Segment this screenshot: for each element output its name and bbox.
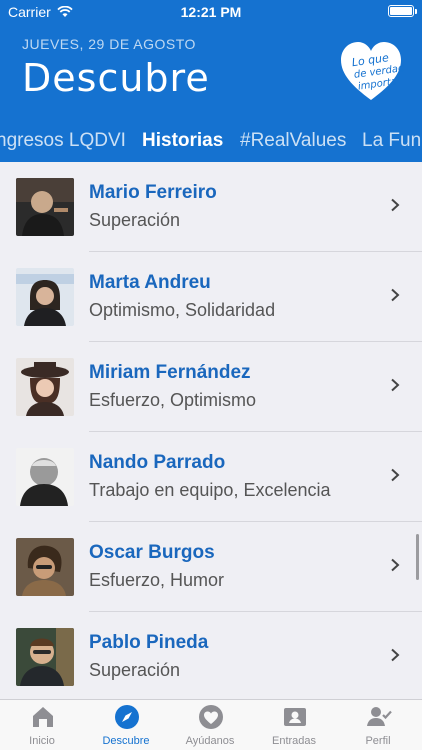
- chevron-right-icon: [391, 558, 400, 572]
- tabbar-label: Entradas: [271, 735, 317, 747]
- tabbar-ayudanos[interactable]: Ayúdanos: [168, 700, 252, 750]
- people-list: Mario Ferreiro Superación Marta Andreu O…: [0, 162, 422, 699]
- person-name: Oscar Burgos: [89, 542, 215, 563]
- category-tabs: ngresos LQDVI Historias #RealValues La F…: [0, 126, 422, 160]
- profile-icon: [367, 707, 392, 726]
- lqdvi-heart-logo: Lo que de verdad importa: [338, 38, 406, 104]
- person-values: Optimismo, Solidaridad: [89, 300, 276, 320]
- list-item[interactable]: Miriam Fernández Esfuerzo, Optimismo: [0, 342, 422, 432]
- ticket-icon: [284, 708, 306, 726]
- person-name: Nando Parrado: [89, 452, 226, 473]
- list-item[interactable]: Marta Andreu Optimismo, Solidaridad: [0, 252, 422, 342]
- chevron-right-icon: [391, 648, 400, 662]
- tab-ingresos-lqdvi[interactable]: ngresos LQDVI: [0, 130, 126, 152]
- avatar: [16, 358, 74, 416]
- tabbar-perfil[interactable]: Perfil: [336, 700, 420, 750]
- list-item[interactable]: Nando Parrado Trabajo en equipo, Excelen…: [0, 432, 422, 522]
- tabbar-inicio[interactable]: Inicio: [0, 700, 84, 750]
- tab-la-fundacion[interactable]: La Fun: [362, 130, 421, 152]
- avatar: [16, 628, 74, 686]
- avatar: [16, 268, 74, 326]
- compass-icon: [115, 705, 139, 729]
- tabbar-descubre[interactable]: Descubre: [84, 700, 168, 750]
- person-values: Esfuerzo, Humor: [89, 570, 225, 590]
- avatar: [16, 178, 74, 236]
- tabbar-label: Descubre: [102, 735, 150, 747]
- status-bar: Carrier 12:21 PM: [0, 0, 422, 24]
- battery-icon: [388, 5, 417, 17]
- person-name: Pablo Pineda: [89, 632, 209, 653]
- tabbar-label: Ayúdanos: [185, 735, 235, 747]
- chevron-right-icon: [391, 378, 400, 392]
- tab-historias[interactable]: Historias: [142, 130, 223, 152]
- page-title: Descubre: [22, 56, 210, 100]
- bottom-tab-bar: Inicio Descubre Ayúdanos Entradas Perfil: [0, 699, 422, 750]
- chevron-right-icon: [391, 468, 400, 482]
- date-label: JUEVES, 29 DE AGOSTO: [22, 36, 196, 52]
- chevron-right-icon: [391, 288, 400, 302]
- person-name: Miriam Fernández: [89, 362, 251, 383]
- person-name: Mario Ferreiro: [89, 182, 217, 203]
- avatar: [16, 448, 74, 506]
- status-time: 12:21 PM: [180, 4, 242, 20]
- list-item[interactable]: Oscar Burgos Esfuerzo, Humor: [0, 522, 422, 612]
- chevron-right-icon: [391, 198, 400, 212]
- person-name: Marta Andreu: [89, 272, 211, 293]
- home-icon: [33, 707, 53, 727]
- person-values: Trabajo en equipo, Excelencia: [89, 480, 331, 500]
- person-values: Superación: [89, 210, 181, 230]
- list-item[interactable]: Pablo Pineda Superación: [0, 612, 422, 699]
- list-item[interactable]: Mario Ferreiro Superación: [0, 162, 422, 252]
- scroll-indicator[interactable]: [416, 534, 419, 580]
- tab-realvalues[interactable]: #RealValues: [240, 130, 346, 152]
- avatar: [16, 538, 74, 596]
- heart-icon: [199, 705, 223, 729]
- person-values: Esfuerzo, Optimismo: [89, 390, 257, 410]
- header: Carrier 12:21 PM JUEVES, 29 DE AGOSTO De…: [0, 0, 422, 162]
- tabbar-label: Inicio: [29, 735, 55, 747]
- tabbar-label: Perfil: [365, 735, 391, 747]
- tabbar-entradas[interactable]: Entradas: [252, 700, 336, 750]
- person-values: Superación: [89, 660, 181, 680]
